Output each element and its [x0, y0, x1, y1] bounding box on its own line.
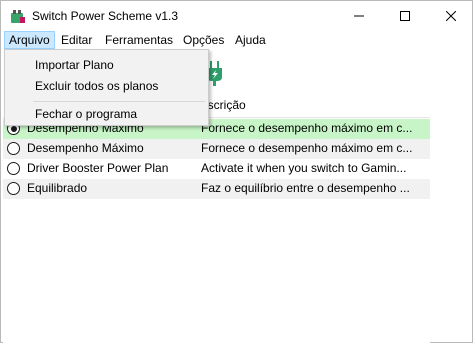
window-title: Switch Power Scheme v1.3: [32, 9, 179, 23]
list-item[interactable]: Equilibrado Faz o equilíbrio entre o des…: [3, 179, 430, 199]
menu-ferramentas[interactable]: Ferramentas: [101, 31, 177, 49]
radio-selected-dot: [10, 125, 17, 132]
scheme-description: Activate it when you switch to Gamin...: [201, 161, 407, 175]
scheme-description: Fornece o desempenho máximo em c...: [201, 121, 413, 135]
menu-item-importar-plano[interactable]: Importar Plano: [35, 58, 114, 72]
scheme-description: Fornece o desempenho máximo em c...: [201, 141, 413, 155]
radio-icon[interactable]: [7, 142, 20, 155]
list-item[interactable]: Desempenho Máximo Fornece o desempenho m…: [3, 139, 430, 159]
menu-arquivo[interactable]: Arquivo: [4, 31, 55, 49]
scheme-description: Faz o equilíbrio entre o desempenho ...: [201, 181, 410, 195]
menu-ajuda[interactable]: Ajuda: [231, 31, 270, 49]
radio-icon[interactable]: [7, 162, 20, 175]
scheme-name: Desempenho Máximo: [27, 141, 144, 155]
scheme-name: Equilibrado: [27, 181, 88, 195]
menu-opcoes[interactable]: Opções: [179, 31, 228, 49]
close-icon: [446, 11, 456, 21]
app-icon: [11, 10, 25, 23]
scheme-name: Driver Booster Power Plan: [27, 161, 169, 175]
menu-bar: Arquivo Editar Ferramentas Opções Ajuda: [1, 31, 472, 49]
power-scheme-list: escrição Desempenho Máximo Fornece o des…: [3, 93, 430, 343]
menu-editar[interactable]: Editar: [57, 31, 96, 49]
menu-item-fechar-programa[interactable]: Fechar o programa: [35, 107, 137, 121]
menu-item-excluir-todos[interactable]: Excluir todos os planos: [35, 79, 158, 93]
power-plug-icon[interactable]: [206, 61, 226, 87]
arquivo-dropdown-menu: Importar Plano Excluir todos os planos F…: [4, 49, 209, 126]
list-item[interactable]: Driver Booster Power Plan Activate it wh…: [3, 159, 430, 179]
minimize-icon: [354, 15, 364, 17]
maximize-icon: [400, 11, 410, 21]
app-window: Switch Power Scheme v1.3 Arquivo Editar …: [0, 0, 473, 343]
minimize-button[interactable]: [336, 1, 382, 31]
maximize-button[interactable]: [382, 1, 428, 31]
title-bar: Switch Power Scheme v1.3: [1, 1, 472, 31]
radio-icon[interactable]: [7, 182, 20, 195]
menu-separator: [33, 101, 205, 102]
close-button[interactable]: [428, 1, 474, 31]
